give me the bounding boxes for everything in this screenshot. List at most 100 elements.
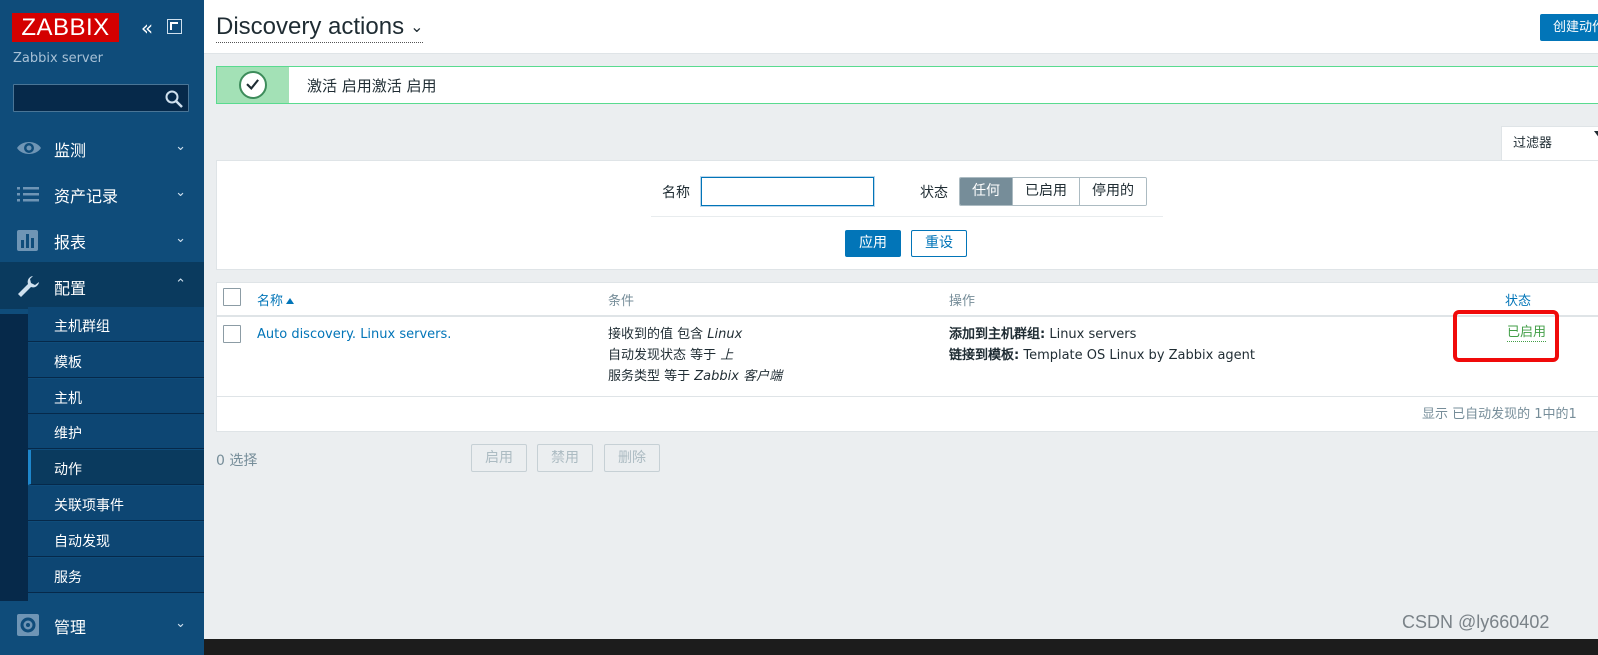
status-option-any[interactable]: 任何	[960, 178, 1012, 205]
bottom-bar	[204, 639, 1598, 655]
enable-button[interactable]: 启用	[471, 444, 527, 472]
condition-text: 接收到的值 包含	[608, 327, 708, 342]
operation-value: Template OS Linux by Zabbix agent	[1019, 348, 1256, 363]
apply-button[interactable]: 应用	[845, 230, 901, 257]
submenu-maintenance[interactable]: 维护	[28, 414, 204, 449]
column-header-conditions: 条件	[608, 294, 635, 309]
reset-button[interactable]: 重设	[911, 230, 967, 257]
operation-line: 链接到模板: Template OS Linux by Zabbix agent	[949, 345, 1255, 366]
page-title[interactable]: Discovery actions ⌄	[216, 13, 424, 43]
list-icon	[17, 187, 39, 202]
page-title-text: Discovery actions	[216, 13, 405, 40]
sort-ascending-icon	[286, 298, 295, 304]
submenu-gutter	[0, 314, 28, 601]
menu-label-monitoring: 监测	[54, 141, 87, 160]
zabbix-logo[interactable]: ZABBIX	[12, 13, 119, 42]
table-header: 名称 条件 操作 状态	[217, 283, 1598, 317]
operations-cell: 添加到主机群组: Linux servers 链接到模板: Template O…	[949, 324, 1255, 366]
filter-name-label: 名称	[662, 185, 690, 201]
actions-table: 名称 条件 操作 状态 Auto discovery. Linux server…	[216, 282, 1598, 432]
operation-line: 添加到主机群组: Linux servers	[949, 324, 1255, 345]
filter-panel: 名称 状态 任何 已启用 停用的 应用 重设	[216, 160, 1598, 270]
filter-icon	[1594, 131, 1598, 139]
message-icon-band	[217, 67, 289, 103]
status-segmented-control: 任何 已启用 停用的	[959, 177, 1147, 206]
menu-item-administration[interactable]: 管理 ⌄	[0, 601, 204, 643]
submenu-discovery[interactable]: 自动发现	[28, 522, 204, 557]
disable-button[interactable]: 禁用	[537, 444, 593, 472]
menu-label-reports: 报表	[54, 233, 87, 252]
submenu-actions[interactable]: 动作	[28, 450, 204, 485]
submenu-label: 维护	[54, 426, 82, 442]
filter-tab-label: 过滤器	[1513, 136, 1553, 151]
column-header-name-label: 名称	[257, 294, 284, 309]
chevron-down-icon: ⌄	[175, 185, 186, 200]
status-option-disabled[interactable]: 停用的	[1079, 178, 1146, 205]
kiosk-mode-icon[interactable]	[167, 19, 182, 34]
table-footer-count: 显示 已自动发现的 1中的1	[1422, 407, 1577, 422]
submenu-label: 主机群组	[54, 319, 110, 335]
column-header-status[interactable]: 状态	[1505, 290, 1531, 309]
select-all-checkbox[interactable]	[223, 288, 241, 306]
status-option-enabled[interactable]: 已启用	[1012, 178, 1079, 205]
gear-icon	[17, 614, 39, 636]
menu-item-reports[interactable]: 报表 ⌄	[0, 216, 204, 263]
create-action-button[interactable]: 创建动作	[1540, 14, 1598, 41]
menu-item-configuration[interactable]: 配置 ⌃	[0, 262, 204, 309]
check-circle-icon	[239, 71, 267, 99]
column-header-name[interactable]: 名称	[257, 290, 295, 309]
condition-value: Linux	[707, 327, 743, 342]
chevron-down-icon: ⌄	[410, 19, 424, 36]
condition-line: 自动发现状态 等于 上	[608, 345, 782, 366]
submenu-host-groups[interactable]: 主机群组	[28, 307, 204, 342]
operation-value: Linux servers	[1045, 327, 1137, 342]
condition-line: 服务类型 等于 Zabbix 客户端	[608, 366, 782, 387]
condition-text: 自动发现状态 等于	[608, 348, 721, 363]
selected-count: 0 选择	[216, 453, 258, 469]
operation-label: 链接到模板:	[949, 348, 1020, 363]
status-enabled-link[interactable]: 已启用	[1507, 325, 1547, 342]
filter-name-input[interactable]	[701, 177, 874, 206]
submenu-services[interactable]: 服务	[28, 558, 204, 593]
chevron-up-icon: ⌃	[175, 277, 186, 292]
message-text: 激活 启用激活 启用	[307, 77, 437, 95]
collapse-sidebar-icon[interactable]: «	[136, 16, 158, 40]
bar-chart-icon	[17, 230, 38, 251]
filter-tab[interactable]: 过滤器	[1501, 126, 1598, 161]
submenu-label: 模板	[54, 355, 82, 371]
condition-value: 上	[720, 348, 734, 363]
delete-button[interactable]: 删除	[604, 444, 660, 472]
submenu-label: 自动发现	[54, 534, 110, 550]
menu-label-configuration: 配置	[54, 279, 87, 298]
chevron-down-icon: ⌄	[175, 616, 186, 631]
column-header-operations: 操作	[949, 294, 976, 309]
row-checkbox[interactable]	[223, 325, 241, 343]
chevron-down-icon: ⌄	[175, 139, 186, 154]
watermark: CSDN @ly660402	[1402, 612, 1550, 632]
menu-item-inventory[interactable]: 资产记录 ⌄	[0, 170, 204, 217]
action-name-link[interactable]: Auto discovery. Linux servers.	[257, 327, 451, 342]
conditions-cell: 接收到的值 包含 Linux 自动发现状态 等于 上 服务类型 等于 Zabbi…	[608, 324, 782, 387]
eye-icon	[17, 142, 41, 154]
submenu-label: 关联项事件	[54, 498, 124, 514]
submenu-hosts[interactable]: 主机	[28, 379, 204, 414]
submenu-label: 动作	[54, 462, 82, 478]
menu-label-inventory: 资产记录	[54, 187, 119, 206]
condition-line: 接收到的值 包含 Linux	[608, 324, 782, 345]
submenu-label: 主机	[54, 391, 82, 407]
search-icon[interactable]	[164, 89, 184, 109]
sidebar-search-input[interactable]	[13, 84, 189, 112]
submenu-templates[interactable]: 模板	[28, 343, 204, 378]
menu-item-monitoring[interactable]: 监测 ⌄	[0, 124, 204, 171]
menu-label-administration: 管理	[54, 618, 87, 637]
operation-label: 添加到主机群组:	[949, 327, 1046, 342]
filter-status-label: 状态	[920, 185, 948, 201]
wrench-icon	[18, 276, 39, 297]
submenu-event-correlation[interactable]: 关联项事件	[28, 486, 204, 521]
condition-value: Zabbix 客户端	[694, 369, 783, 384]
page-header: Discovery actions ⌄ 创建动作	[204, 0, 1598, 54]
server-name: Zabbix server	[13, 51, 103, 66]
submenu-label: 服务	[54, 570, 82, 586]
action-name-cell: Auto discovery. Linux servers.	[257, 324, 451, 345]
main-content: Discovery actions ⌄ 创建动作 激活 启用激活 启用 过滤器 名…	[204, 0, 1598, 655]
